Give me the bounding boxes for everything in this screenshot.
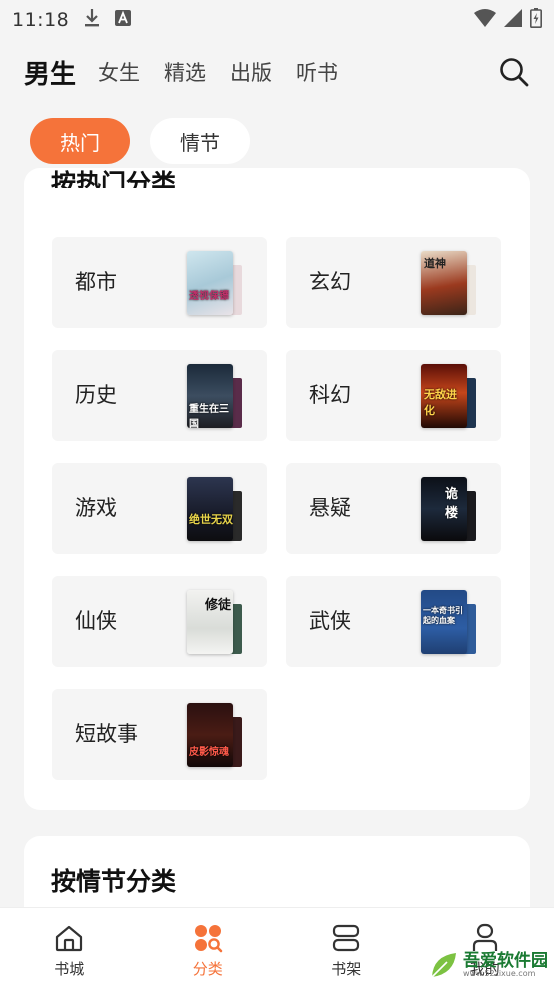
bottom-tab-bar: 书城 分类 书架 我的 bbox=[0, 907, 554, 984]
book-cover: 绝世无双 bbox=[187, 477, 233, 541]
search-icon bbox=[500, 58, 529, 87]
book-cover: 修徒 bbox=[187, 590, 233, 654]
chip-plot[interactable]: 情节 bbox=[150, 118, 250, 164]
nav-tab-audiobook[interactable]: 听书 bbox=[296, 57, 338, 87]
category-tile-wuxia[interactable]: 武侠 一本奇书引起的血案 bbox=[286, 576, 501, 667]
wifi-icon bbox=[474, 8, 496, 32]
home-icon bbox=[56, 925, 83, 952]
category-label: 仙侠 bbox=[75, 609, 117, 633]
category-label: 武侠 bbox=[309, 609, 351, 633]
category-label: 历史 bbox=[75, 383, 117, 407]
category-tile-mystery[interactable]: 悬疑 诡楼 bbox=[286, 463, 501, 554]
category-tile-history[interactable]: 历史 重生在三国 bbox=[52, 350, 267, 441]
tab-label: 我的 bbox=[469, 960, 500, 978]
search-button[interactable] bbox=[498, 56, 530, 88]
category-tile-city[interactable]: 都市 透视保镖 bbox=[52, 237, 267, 328]
top-nav: 男生 女生 精选 出版 听书 bbox=[24, 50, 530, 94]
plot-section-title: 按情节分类 bbox=[51, 867, 177, 896]
book-cover: 诡楼 bbox=[421, 477, 467, 541]
book-cover: 无敌进化 bbox=[421, 364, 467, 428]
book-cover: 皮影惊魂 bbox=[187, 703, 233, 767]
tab-category[interactable]: 分类 bbox=[139, 908, 278, 984]
battery-icon bbox=[530, 7, 542, 33]
category-icon bbox=[194, 925, 223, 953]
status-bar: 11:18 bbox=[0, 0, 554, 40]
nav-tab-featured[interactable]: 精选 bbox=[164, 57, 206, 87]
signal-icon bbox=[504, 8, 522, 32]
category-label: 玄幻 bbox=[309, 270, 351, 294]
filter-chips: 热门 情节 bbox=[30, 118, 250, 164]
book-cover: 道神 bbox=[421, 251, 467, 315]
status-time: 11:18 bbox=[12, 9, 70, 31]
category-tile-short-story[interactable]: 短故事 皮影惊魂 bbox=[52, 689, 267, 780]
book-cover: 透视保镖 bbox=[187, 251, 233, 315]
chip-hot[interactable]: 热门 bbox=[30, 118, 130, 164]
profile-icon bbox=[472, 923, 497, 951]
download-icon bbox=[83, 8, 101, 33]
tab-bookstore[interactable]: 书城 bbox=[0, 908, 139, 984]
nav-tab-published[interactable]: 出版 bbox=[230, 57, 272, 87]
category-tile-game[interactable]: 游戏 绝世无双 bbox=[52, 463, 267, 554]
book-cover: 重生在三国 bbox=[187, 364, 233, 428]
tab-label: 书架 bbox=[331, 960, 362, 978]
category-tile-scifi[interactable]: 科幻 无敌进化 bbox=[286, 350, 501, 441]
category-label: 悬疑 bbox=[309, 496, 351, 520]
tab-label: 分类 bbox=[192, 960, 223, 978]
category-tile-xianxia[interactable]: 仙侠 修徒 bbox=[52, 576, 267, 667]
hot-section-title: 按热门分类 bbox=[51, 169, 177, 189]
bookshelf-icon bbox=[333, 924, 360, 952]
category-label: 游戏 bbox=[75, 496, 117, 520]
nav-tab-male[interactable]: 男生 bbox=[24, 54, 76, 91]
category-label: 科幻 bbox=[309, 383, 351, 407]
tab-profile[interactable]: 我的 bbox=[416, 908, 554, 984]
category-label: 短故事 bbox=[75, 722, 138, 746]
book-cover: 一本奇书引起的血案 bbox=[421, 590, 467, 654]
nav-tab-female[interactable]: 女生 bbox=[98, 57, 140, 87]
tab-bookshelf[interactable]: 书架 bbox=[277, 908, 416, 984]
category-tile-fantasy[interactable]: 玄幻 道神 bbox=[286, 237, 501, 328]
category-label: 都市 bbox=[75, 270, 117, 294]
hot-category-card: 按热门分类 都市 透视保镖 玄幻 道神 历史 重生在三国 科幻 无敌进化 游戏 … bbox=[24, 168, 530, 810]
a-app-icon bbox=[115, 9, 132, 31]
tab-label: 书城 bbox=[54, 960, 85, 978]
